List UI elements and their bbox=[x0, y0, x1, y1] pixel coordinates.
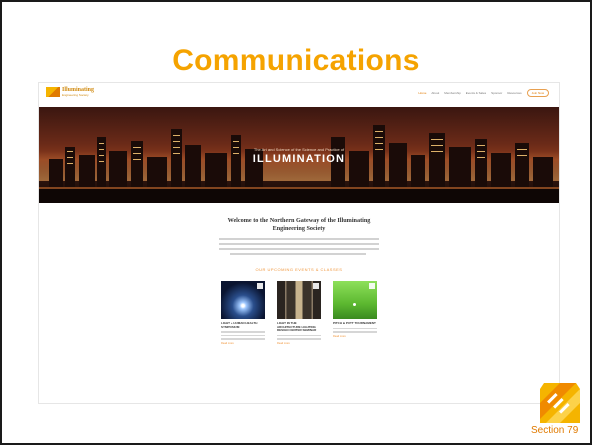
ies-logo-icon bbox=[540, 383, 580, 423]
text-line bbox=[277, 334, 321, 337]
event-title: LIGHT + HUMAN HEALTH SYMPOSIUM bbox=[221, 321, 258, 329]
event-image-golf bbox=[333, 281, 377, 319]
date-badge bbox=[369, 283, 375, 289]
join-button[interactable]: Join Now bbox=[526, 89, 549, 97]
golf-ball-icon bbox=[353, 303, 356, 306]
hero-subtitle: The Art and Science of the Science and P… bbox=[253, 147, 345, 152]
event-card[interactable]: PITCH & PUTT TOURNAMENT Read more bbox=[333, 281, 377, 338]
site-nav: Home About Membership Events & Sales Spo… bbox=[418, 89, 549, 97]
text-line bbox=[230, 253, 367, 255]
read-more-link[interactable]: Read more bbox=[221, 342, 265, 345]
nav-item-resources[interactable]: Resources bbox=[507, 91, 521, 95]
nav-item-membership[interactable]: Membership bbox=[444, 91, 461, 95]
site-logo[interactable]: Illuminating Engineering Society bbox=[46, 87, 104, 103]
text-line bbox=[219, 243, 379, 245]
nav-item-sponsor[interactable]: Sponsor bbox=[491, 91, 502, 95]
website-screenshot: Illuminating Engineering Society Home Ab… bbox=[38, 82, 560, 404]
text-line bbox=[221, 338, 265, 340]
event-image-aurora bbox=[221, 281, 265, 319]
text-line bbox=[221, 334, 265, 337]
welcome-heading: Welcome to the Northern Gateway of the I… bbox=[39, 217, 559, 233]
logo-tagline: Engineering Society bbox=[62, 93, 89, 97]
intro-paragraph bbox=[219, 238, 379, 258]
logo-mark-icon bbox=[46, 87, 60, 97]
read-more-link[interactable]: Read more bbox=[333, 335, 377, 338]
text-line bbox=[277, 338, 321, 340]
hero-banner: The Art and Science of the Science and P… bbox=[39, 107, 559, 203]
section-label: Section 79 bbox=[531, 425, 579, 436]
slide-title: Communications bbox=[172, 44, 420, 77]
site-header: Illuminating Engineering Society Home Ab… bbox=[39, 83, 559, 105]
nav-item-home[interactable]: Home bbox=[418, 91, 426, 95]
nav-item-events[interactable]: Events & Sales bbox=[466, 91, 486, 95]
text-line bbox=[333, 327, 377, 330]
text-line bbox=[221, 331, 265, 333]
event-title: LIGHT IN THE ARCHITECTURE LIGHTING DESIG… bbox=[277, 321, 317, 333]
event-title: PITCH & PUTT TOURNAMENT bbox=[333, 321, 376, 325]
date-badge bbox=[313, 283, 319, 289]
presentation-slide: Communications Illuminating Engineering … bbox=[0, 0, 592, 445]
events-heading: OUR UPCOMING EVENTS & CLASSES bbox=[255, 267, 343, 272]
nav-item-about[interactable]: About bbox=[431, 91, 439, 95]
text-line bbox=[219, 238, 379, 240]
hero-title: ILLUMINATION bbox=[252, 153, 346, 165]
event-card[interactable]: LIGHT + HUMAN HEALTH SYMPOSIUM Read more bbox=[221, 281, 265, 345]
text-line bbox=[333, 331, 377, 333]
date-badge bbox=[257, 283, 263, 289]
welcome-line-1: Welcome to the Northern Gateway of the I… bbox=[227, 217, 371, 224]
text-line bbox=[219, 248, 379, 250]
event-image-corridor bbox=[277, 281, 321, 319]
event-card[interactable]: LIGHT IN THE ARCHITECTURE LIGHTING DESIG… bbox=[277, 281, 321, 345]
read-more-link[interactable]: Read more bbox=[277, 342, 321, 345]
welcome-line-2: Engineering Society bbox=[272, 225, 326, 232]
